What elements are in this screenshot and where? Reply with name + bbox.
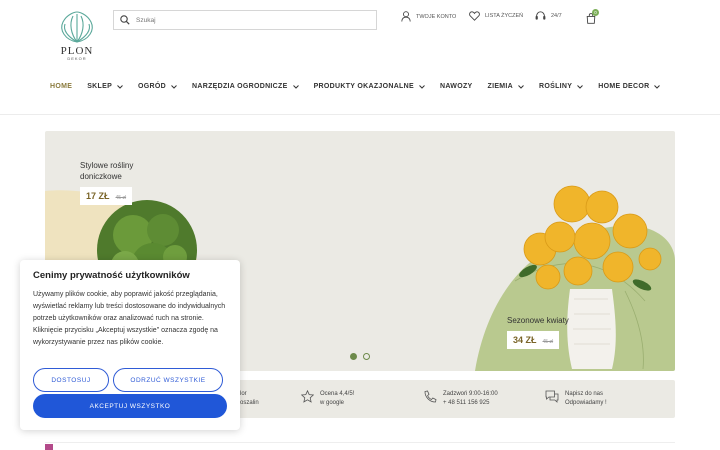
search-icon bbox=[120, 15, 130, 25]
nav-item-rośliny[interactable]: ROŚLINY bbox=[539, 83, 584, 90]
nav-item-label: NARZĘDZIA OGRODNICZE bbox=[192, 83, 288, 90]
feature-phone-line2: + 48 511 156 925 bbox=[443, 400, 490, 406]
feature-chat-line2: Odpowiadamy ! bbox=[565, 400, 607, 406]
user-icon bbox=[401, 11, 411, 22]
feature-phone: Zadzwoń 9:00-16:00 + 48 511 156 925 bbox=[423, 390, 498, 408]
hero-left-title-line2: doniczkowe bbox=[80, 172, 122, 181]
accept-all-button[interactable]: AKCEPTUJ WSZYSTKO bbox=[33, 394, 227, 418]
nav-item-home-decor[interactable]: HOME DECOR bbox=[598, 83, 661, 90]
headset-icon bbox=[535, 11, 546, 20]
star-icon bbox=[301, 390, 314, 403]
nav-item-label: PRODUKTY OKAZJONALNE bbox=[313, 83, 414, 90]
hero-left-price-old: 45 zł bbox=[115, 195, 127, 201]
heart-icon bbox=[469, 11, 480, 21]
nav-item-label: ROŚLINY bbox=[539, 83, 573, 90]
section-divider bbox=[45, 442, 675, 443]
feature-partial-line2: oszalin bbox=[240, 400, 259, 406]
hero-right-title: Sezonowe kwiaty bbox=[507, 316, 569, 325]
account-label: TWOJE KONTO bbox=[416, 13, 457, 20]
feature-chat-line1: Napisz do nas bbox=[565, 391, 604, 397]
nav-item-narzędzia-ogrodnicze[interactable]: NARZĘDZIA OGRODNICZE bbox=[192, 83, 299, 90]
customize-button[interactable]: DOSTOSUJ bbox=[33, 368, 109, 392]
nav-item-label: ZIEMIA bbox=[487, 83, 514, 90]
chevron-down-icon bbox=[419, 84, 425, 89]
feature-rating-line2: w google bbox=[320, 400, 345, 406]
nav-divider bbox=[0, 114, 720, 115]
hero-right-price-now: 34 ZŁ bbox=[513, 335, 537, 345]
nav-item-label: HOME DECOR bbox=[598, 83, 650, 90]
wishlist-link[interactable]: LISTA ŻYCZEŃ bbox=[469, 11, 523, 21]
hero-left-price-now: 17 ZŁ bbox=[86, 191, 110, 201]
slider-dot-2[interactable] bbox=[363, 353, 370, 360]
nav-item-produkty-okazjonalne[interactable]: PRODUKTY OKAZJONALNE bbox=[314, 83, 425, 90]
nav-item-sklep[interactable]: SKLEP bbox=[87, 83, 123, 90]
cookie-consent-dialog: Cenimy prywatność użytkowników Używamy p… bbox=[20, 260, 240, 430]
hero-left-price: 17 ZŁ 45 zł bbox=[80, 187, 133, 205]
support-link[interactable]: 24/7 bbox=[535, 11, 562, 21]
hero-right-price: 34 ZŁ 45 zł bbox=[507, 331, 560, 349]
chevron-down-icon bbox=[654, 84, 661, 89]
feature-rating: Ocena 4,4/5! w google bbox=[301, 390, 354, 408]
search-input[interactable] bbox=[136, 16, 356, 24]
nav-item-ziemia[interactable]: ZIEMIA bbox=[488, 83, 525, 90]
reject-all-button[interactable]: ODRZUĆ WSZYSTKIE bbox=[113, 368, 223, 392]
nav-item-label: HOME bbox=[50, 83, 73, 90]
nav-item-label: SKLEP bbox=[87, 83, 113, 90]
slider-dot-1[interactable] bbox=[350, 353, 357, 360]
cart-count-badge: 0 bbox=[592, 9, 599, 16]
phone-icon bbox=[424, 390, 437, 403]
chevron-down-icon bbox=[292, 84, 299, 89]
chevron-down-icon bbox=[171, 84, 177, 89]
cookie-text: Używamy plików cookie, aby poprawić jako… bbox=[33, 291, 226, 346]
cart-button[interactable]: 0 bbox=[586, 9, 599, 29]
support-hours: 24/7 bbox=[551, 13, 562, 19]
feature-rating-line1: Ocena 4,4/5! bbox=[320, 391, 355, 397]
cookie-title: Cenimy prywatność użytkowników bbox=[33, 270, 190, 281]
main-nav: HOME SKLEP OGRÓD NARZĘDZIA OGRODNICZE PRODUK… bbox=[50, 83, 675, 90]
hero-left-title: Stylowe rośliny doniczkowe bbox=[80, 160, 133, 182]
nav-item-label: OGRÓD bbox=[138, 83, 166, 90]
feature-partial-line1: lor bbox=[240, 391, 247, 397]
chevron-down-icon bbox=[518, 84, 524, 89]
product-thumbnail-partial bbox=[45, 444, 53, 450]
feature-phone-line1: Zadzwoń 9:00-16:00 bbox=[443, 391, 498, 397]
hero-left-title-line1: Stylowe rośliny bbox=[80, 161, 134, 170]
feature-partial: lor oszalin bbox=[240, 390, 259, 408]
chevron-down-icon bbox=[117, 84, 123, 89]
nav-item-label: NAWOZY bbox=[439, 83, 473, 90]
hero-right-price-old: 45 zł bbox=[542, 339, 554, 345]
wishlist-label: LISTA ŻYCZEŃ bbox=[485, 13, 524, 19]
nav-item-ogród[interactable]: OGRÓD bbox=[138, 83, 177, 90]
nav-item-nawozy[interactable]: NAWOZY bbox=[440, 83, 473, 90]
chevron-down-icon bbox=[577, 84, 584, 89]
search-box[interactable] bbox=[113, 10, 377, 30]
nav-item-home[interactable]: HOME bbox=[50, 83, 72, 90]
feature-chat: Napisz do nas Odpowiadamy ! bbox=[545, 390, 607, 408]
leaf-logo-icon bbox=[61, 11, 93, 43]
account-link[interactable]: TWOJE KONTO bbox=[401, 11, 456, 22]
chat-icon bbox=[545, 390, 559, 403]
page: PLON DEKOR TWOJE KONTO LISTA ŻYCZEŃ 24/7 bbox=[0, 0, 720, 450]
logo[interactable]: PLON DEKOR bbox=[56, 10, 98, 61]
